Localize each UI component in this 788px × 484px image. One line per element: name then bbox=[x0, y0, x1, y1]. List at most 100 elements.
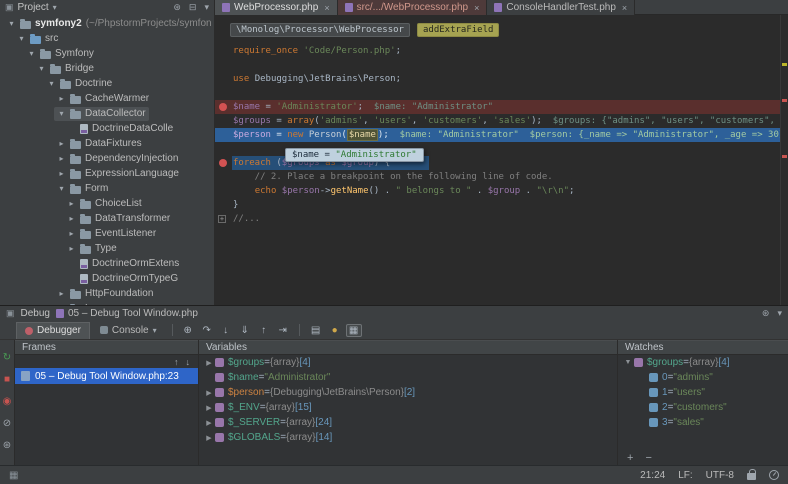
tab-debugger[interactable]: Debugger bbox=[16, 321, 90, 339]
run-to-cursor-icon[interactable]: ⇥ bbox=[275, 325, 291, 336]
tree-collapse-icon[interactable]: ▾ bbox=[37, 64, 46, 73]
toolwindow-switcher-icon[interactable]: ▦ bbox=[9, 470, 18, 481]
watch-item-row[interactable]: 3 = "sales" bbox=[618, 415, 788, 430]
show-execution-point-icon[interactable]: ⊕ bbox=[180, 325, 196, 336]
step-out-icon[interactable]: ↑ bbox=[256, 325, 272, 336]
expand-icon[interactable]: ▶ bbox=[204, 419, 214, 427]
chevron-down-icon[interactable]: ▾ bbox=[53, 3, 57, 12]
variable-row[interactable]: $name = "Administrator" bbox=[199, 370, 617, 385]
tree-item[interactable]: ▾ Form bbox=[0, 181, 214, 196]
tree-item[interactable]: ▸ CacheWarmer bbox=[0, 91, 214, 106]
tree-item[interactable]: ▾ symfony2 (~/PhpstormProjects/symfon bbox=[0, 16, 214, 31]
tree-item[interactable]: DoctrineOrmTypeG bbox=[0, 271, 214, 286]
watch-item-row[interactable]: 1 = "users" bbox=[618, 385, 788, 400]
variable-row[interactable]: ▶ $groups = {array} [4] bbox=[199, 355, 617, 370]
tree-expand-icon[interactable]: ▸ bbox=[57, 94, 66, 103]
expand-icon[interactable]: ▶ bbox=[204, 359, 214, 367]
tree-collapse-icon[interactable]: ▾ bbox=[57, 184, 66, 193]
chevron-down-icon[interactable]: ▾ bbox=[153, 326, 157, 335]
collapse-icon[interactable]: ▼ bbox=[623, 359, 633, 366]
tree-item[interactable]: ▸ DataFixtures bbox=[0, 136, 214, 151]
tree-collapse-icon[interactable]: ▾ bbox=[27, 49, 36, 58]
collapse-all-icon[interactable]: ⊟ bbox=[189, 2, 197, 13]
breakpoint-mark[interactable] bbox=[782, 99, 787, 102]
tree-expand-icon[interactable]: ▸ bbox=[57, 169, 66, 178]
breadcrumb-class[interactable]: \Monolog\Processor\WebProcessor bbox=[230, 23, 410, 37]
tab-console[interactable]: Console ▾ bbox=[92, 322, 165, 339]
tree-collapse-icon[interactable]: ▾ bbox=[7, 19, 16, 28]
editor-tab[interactable]: ConsoleHandlerTest.php × bbox=[487, 0, 636, 15]
breadcrumb-method[interactable]: addExtraField bbox=[416, 23, 500, 37]
tree-item[interactable]: ▸ EventListener bbox=[0, 226, 214, 241]
breakpoint-icon[interactable] bbox=[219, 103, 227, 111]
remove-watch-button[interactable]: − bbox=[645, 452, 651, 464]
rerun-icon[interactable]: ↻ bbox=[3, 352, 11, 364]
debug-settings-icon[interactable]: ⊛ bbox=[3, 440, 11, 452]
close-icon[interactable]: × bbox=[324, 3, 329, 13]
editor-tab[interactable]: WebProcessor.php × bbox=[215, 0, 338, 15]
editor-scrollbar[interactable] bbox=[780, 15, 788, 305]
breakpoint-mark[interactable] bbox=[782, 155, 787, 158]
tree-collapse-icon[interactable]: ▾ bbox=[47, 79, 56, 88]
tree-expand-icon[interactable]: ▸ bbox=[67, 214, 76, 223]
tree-item[interactable]: ▸ Type bbox=[0, 241, 214, 256]
restore-layout-icon[interactable]: ▤ bbox=[308, 325, 324, 336]
tree-item[interactable]: DoctrineDataColle bbox=[0, 121, 214, 136]
tree-expand-icon[interactable]: ▸ bbox=[67, 229, 76, 238]
stop-icon[interactable]: ■ bbox=[4, 374, 10, 386]
variable-row[interactable]: ▶ $person = {Debugging\JetBrains\Person} … bbox=[199, 385, 617, 400]
close-icon[interactable]: × bbox=[474, 3, 479, 13]
settings-icon[interactable]: ⊛ bbox=[762, 308, 770, 319]
tree-expand-icon[interactable]: ▸ bbox=[67, 199, 76, 208]
run-configuration[interactable]: 05 – Debug Tool Window.php bbox=[55, 308, 198, 319]
lock-icon[interactable] bbox=[747, 469, 756, 480]
variable-row[interactable]: ▶ $_ENV = {array} [15] bbox=[199, 400, 617, 415]
hide-panel-icon[interactable]: ▾ bbox=[777, 308, 782, 319]
expand-icon[interactable]: ▶ bbox=[204, 389, 214, 397]
settings-icon[interactable]: ⊛ bbox=[173, 2, 181, 13]
tree-item[interactable]: ▾ Doctrine bbox=[0, 76, 214, 91]
tree-collapse-icon[interactable]: ▾ bbox=[17, 34, 26, 43]
expand-icon[interactable]: ▶ bbox=[204, 404, 214, 412]
tree-item[interactable]: ▾ Bridge bbox=[0, 61, 214, 76]
step-into-icon[interactable]: ↓ bbox=[218, 325, 234, 336]
editor-tab[interactable]: src/.../WebProcessor.php × bbox=[337, 0, 488, 15]
add-watch-button[interactable]: + bbox=[627, 452, 633, 464]
caret-position[interactable]: 21:24 bbox=[640, 470, 665, 481]
watch-item-row[interactable]: 0 = "admins" bbox=[618, 370, 788, 385]
code-editor[interactable]: require_once 'Code/Person.php'; use Debug… bbox=[215, 44, 780, 226]
fold-icon[interactable]: + bbox=[218, 215, 226, 223]
project-title[interactable]: Project bbox=[18, 2, 49, 13]
tree-item[interactable]: ▸ ChoiceList bbox=[0, 196, 214, 211]
close-icon[interactable]: × bbox=[622, 3, 627, 13]
variable-row[interactable]: ▶ $GLOBALS = {array} [14] bbox=[199, 430, 617, 445]
tree-expand-icon[interactable]: ▸ bbox=[67, 244, 76, 253]
tree-collapse-icon[interactable]: ▾ bbox=[57, 109, 66, 118]
view-breakpoints-icon[interactable]: ◉ bbox=[3, 396, 12, 408]
tree-item[interactable]: ▸ ExpressionLanguage bbox=[0, 166, 214, 181]
watch-row[interactable]: ▼ $groups = {array} [4] bbox=[618, 355, 788, 370]
tree-expand-icon[interactable]: ▸ bbox=[57, 154, 66, 163]
tree-expand-icon[interactable]: ▸ bbox=[57, 139, 66, 148]
warning-mark[interactable] bbox=[782, 63, 787, 66]
frame-down-icon[interactable]: ↓ bbox=[186, 357, 191, 367]
tree-item[interactable]: DoctrineOrmExtens bbox=[0, 256, 214, 271]
inspections-profile-icon[interactable] bbox=[769, 470, 779, 480]
tree-item[interactable]: ▾ Symfony bbox=[0, 46, 214, 61]
frame-item[interactable]: 05 – Debug Tool Window.php:23 bbox=[15, 368, 198, 384]
breakpoint-icon[interactable] bbox=[219, 159, 227, 167]
mute-breakpoints-icon[interactable]: ⊘ bbox=[3, 418, 11, 430]
frame-up-icon[interactable]: ↑ bbox=[174, 357, 179, 367]
tree-expand-icon[interactable]: ▸ bbox=[57, 289, 66, 298]
encoding[interactable]: UTF-8 bbox=[706, 470, 734, 481]
tree-item[interactable]: ▸ DataTransformer bbox=[0, 211, 214, 226]
settings-toggle-icon[interactable]: ▦ bbox=[345, 323, 362, 337]
expand-icon[interactable]: ▶ bbox=[204, 434, 214, 442]
watch-item-row[interactable]: 2 = "customers" bbox=[618, 400, 788, 415]
step-over-icon[interactable]: ↷ bbox=[199, 325, 215, 336]
tree-item[interactable]: ▸ DependencyInjection bbox=[0, 151, 214, 166]
line-ending[interactable]: LF: bbox=[678, 470, 692, 481]
variable-row[interactable]: ▶ $_SERVER = {array} [24] bbox=[199, 415, 617, 430]
tree-item[interactable]: ▾ src bbox=[0, 31, 214, 46]
evaluate-expression-icon[interactable]: ● bbox=[327, 325, 343, 336]
